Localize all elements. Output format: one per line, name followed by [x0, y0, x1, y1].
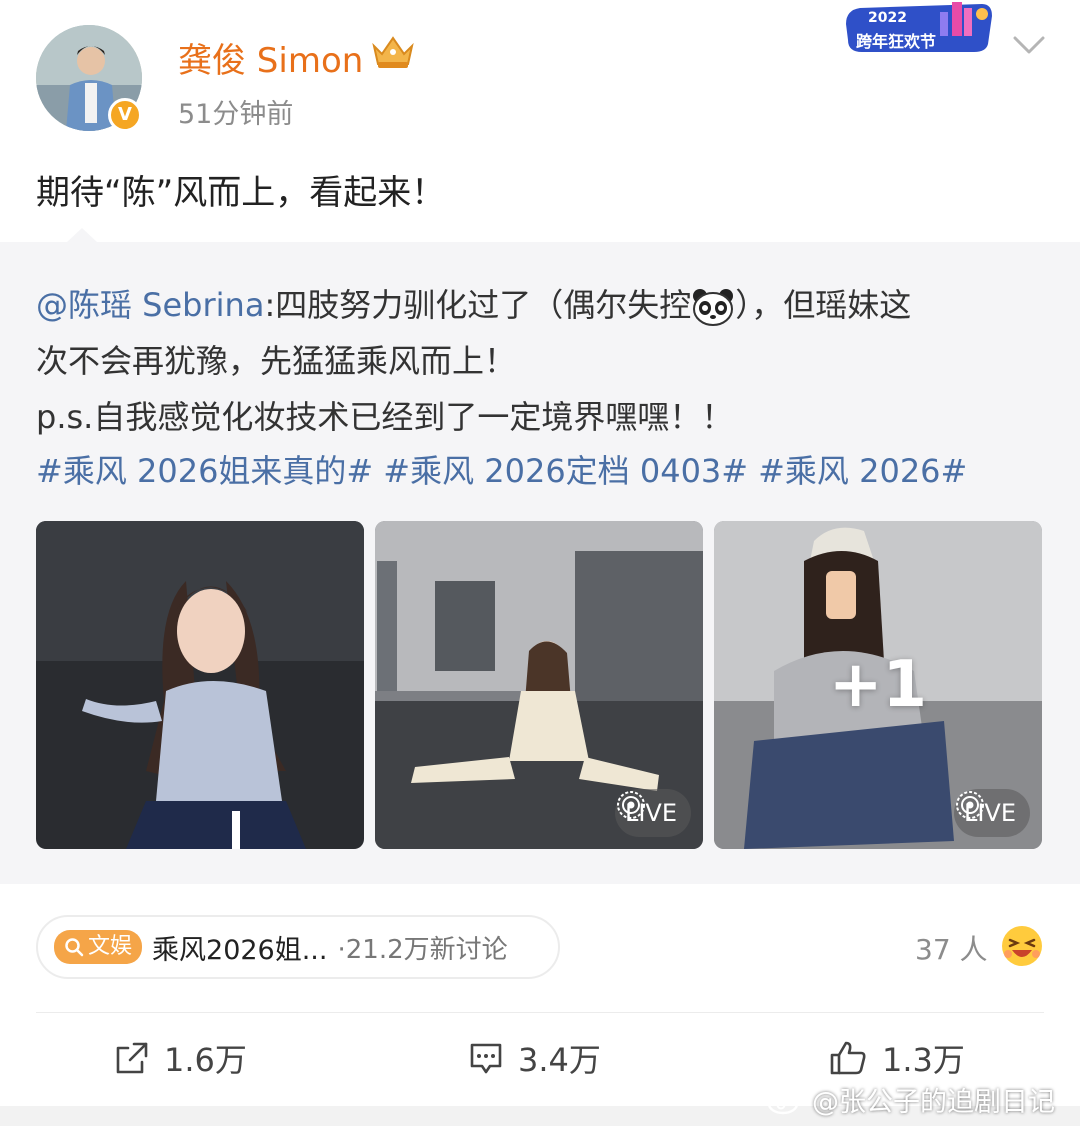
- topic-chip[interactable]: 文娱 乘风2026姐... ·21.2万新讨论: [36, 915, 560, 979]
- weibo-logo-icon: [767, 1087, 804, 1114]
- post-time: 51分钟前: [178, 99, 294, 130]
- topic-tag-label: 文娱: [88, 934, 133, 959]
- comment-button[interactable]: 3.4万: [468, 1033, 601, 1083]
- live-icon: [616, 791, 645, 819]
- topic-title: 乘风2026姐...: [152, 934, 328, 966]
- promo-year: 2022: [868, 10, 907, 26]
- photo-3[interactable]: +1 LIVE: [714, 521, 1042, 849]
- comment-icon: [470, 1043, 502, 1074]
- repost-pointer: [66, 228, 98, 243]
- panda-emoji-icon: [693, 289, 734, 326]
- divider: [36, 1012, 1044, 1013]
- live-icon: [955, 791, 984, 819]
- reaction-people-count[interactable]: 37 人: [915, 928, 988, 968]
- watermark-text: @张公子的追剧日记: [812, 1087, 1055, 1118]
- post-text: 期待“陈”风而上，看起来！: [36, 173, 446, 213]
- chevron-down-icon[interactable]: [1012, 34, 1046, 56]
- topic-discussion-count: ·21.2万新讨论: [337, 934, 508, 965]
- live-badge: LIVE: [614, 789, 691, 837]
- repost-hashtags: #乘风 2026姐来真的# #乘风 2026定档 0403# #乘风 2026#: [36, 446, 977, 492]
- crown-icon: [372, 36, 414, 68]
- hashtag-2[interactable]: #乘风 2026定档 0403#: [383, 452, 748, 490]
- repost-line-1: @陈瑶 Sebrina:四肢努力驯化过了（偶尔失控 ），但瑶妹这: [36, 280, 911, 327]
- topic-tag: 文娱: [54, 930, 143, 964]
- share-button[interactable]: 1.6万: [114, 1033, 247, 1083]
- repost-mention[interactable]: @陈瑶 Sebrina: [36, 286, 264, 324]
- promo-badge[interactable]: 2022 跨年狂欢节: [842, 0, 996, 56]
- watermark: @张公子的追剧日记: [766, 1080, 1055, 1119]
- repost-text-1-tail: ），但瑶妹这: [735, 286, 912, 324]
- repost-line-2: 次不会再犹豫，先猛猛乘风而上！: [36, 342, 517, 380]
- laughing-emoji-icon[interactable]: [1000, 924, 1044, 968]
- verified-badge: V: [108, 98, 142, 132]
- author-name[interactable]: 龚俊 Simon: [178, 33, 363, 82]
- search-icon: [65, 938, 84, 957]
- promo-label: 跨年狂欢节: [856, 32, 937, 51]
- live-badge: LIVE: [953, 789, 1030, 837]
- like-button[interactable]: 1.3万: [828, 1033, 965, 1083]
- share-count: 1.6万: [164, 1041, 247, 1079]
- like-count: 1.3万: [882, 1041, 965, 1079]
- photo-2[interactable]: LIVE: [375, 521, 703, 849]
- hashtag-3[interactable]: #乘风 2026#: [758, 452, 967, 490]
- thumbs-up-icon: [830, 1041, 866, 1075]
- comment-count: 3.4万: [518, 1041, 601, 1079]
- photo-1[interactable]: [36, 521, 364, 849]
- share-icon: [116, 1042, 148, 1074]
- repost-line-3: p.s.自我感觉化妆技术已经到了一定境界嘿嘿！！: [36, 398, 734, 436]
- hashtag-1[interactable]: #乘风 2026姐来真的#: [36, 452, 373, 490]
- repost-text-1: :四肢努力驯化过了（偶尔失控: [264, 286, 692, 324]
- post-header: V 龚俊 Simon 51分钟前 2022 跨年狂欢节: [0, 0, 1080, 150]
